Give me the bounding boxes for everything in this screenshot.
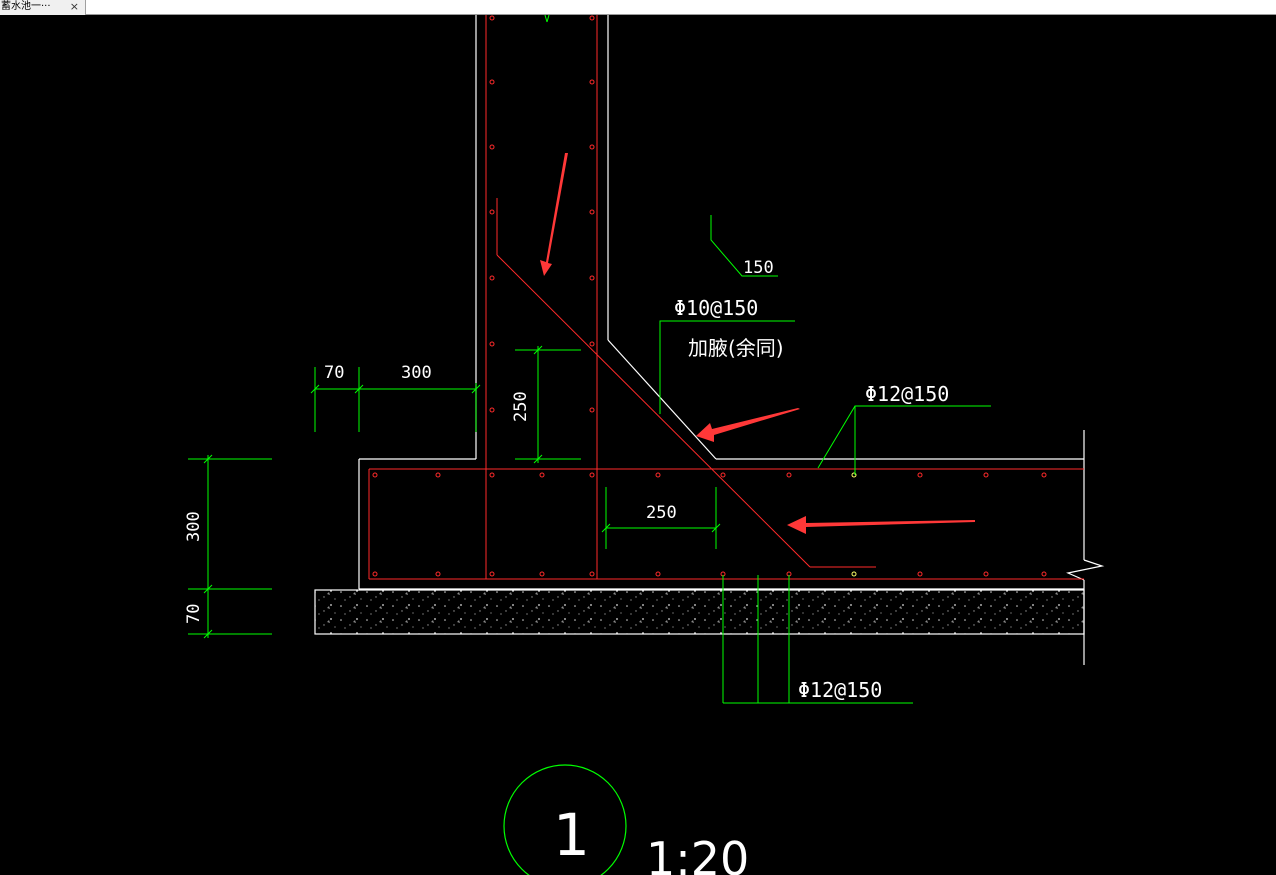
cad-drawing-canvas[interactable]: 70 300 250 250 300 70 150 Φ10@150 加腋(余同)… (0, 15, 1276, 875)
arrow-slab-rebar-icon (787, 516, 975, 534)
dim-70-left: 70 (184, 604, 204, 624)
document-tab-bar: 蓄水池一··· × (0, 0, 1276, 15)
label-rebar-bottom-slab: Φ12@150 (798, 678, 882, 702)
dim-250-horizontal: 250 (646, 503, 677, 523)
label-rebar-top-slab: Φ12@150 (865, 382, 949, 406)
close-icon[interactable]: × (70, 0, 79, 14)
document-tab-title: 蓄水池一··· (1, 1, 51, 12)
arrow-wall-haunch-icon (540, 153, 568, 276)
label-rebar-wall: Φ10@150 (674, 296, 758, 320)
dim-150: 150 (743, 258, 774, 278)
section-scale: 1:20 (646, 832, 749, 875)
blinding-layer (314, 589, 1085, 635)
dim-300-top: 300 (401, 363, 432, 383)
arrow-haunch-edge-icon (696, 408, 800, 442)
dim-300-left: 300 (184, 511, 204, 542)
label-haunch-note: 加腋(余同) (688, 336, 784, 360)
dim-250-vertical: 250 (511, 391, 531, 422)
section-number: 1 (553, 801, 590, 869)
dim-70-top: 70 (324, 363, 344, 383)
document-tab[interactable]: 蓄水池一··· × (0, 0, 86, 15)
